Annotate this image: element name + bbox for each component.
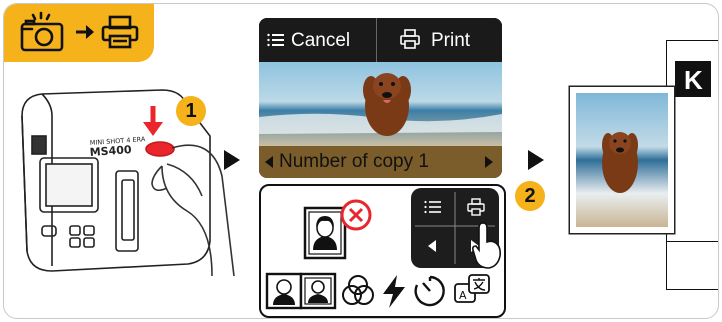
camera-icon — [20, 11, 64, 52]
print-button[interactable]: Print — [431, 30, 470, 52]
finger-tap-icon — [472, 222, 501, 269]
cancel-button[interactable]: Cancel — [291, 30, 350, 52]
printed-dog-photo — [576, 93, 668, 227]
camera-to-print-badge — [4, 4, 154, 62]
feature-icon-row: A — [263, 272, 501, 312]
printer-seam — [667, 241, 718, 242]
printed-photo — [570, 87, 674, 233]
brand-logo: K — [675, 61, 711, 97]
step-one-badge: 1 — [176, 96, 206, 126]
color-filter-icon — [342, 275, 374, 305]
menu-key-icon[interactable] — [424, 200, 442, 214]
camera-device-illustration: MINI SHOT 4 ERA MS400 — [21, 89, 235, 277]
top-bar-divider — [376, 18, 377, 62]
brand-logo-letter: K — [684, 65, 703, 95]
flow-arrow-2 — [528, 150, 544, 170]
printer-icon — [400, 29, 420, 49]
timer-icon — [414, 275, 445, 307]
translate-icon: A — [454, 274, 490, 303]
settings-panel: A — [259, 184, 506, 318]
step-two-badge: 2 — [515, 181, 545, 211]
instruction-frame: MINI SHOT 4 ERA MS400 1 Cancel Print Num… — [3, 3, 719, 319]
copy-count-label: Number of copy 1 — [279, 151, 429, 172]
decrease-copy-arrow-icon[interactable] — [265, 156, 273, 168]
printer-icon — [101, 15, 139, 49]
no-sign-icon — [340, 199, 372, 231]
screen-top-bar: Cancel Print — [259, 18, 502, 62]
dog-photo-preview — [259, 62, 502, 150]
print-screen: Cancel Print Number of copy 1 — [259, 18, 502, 178]
menu-icon — [267, 33, 284, 47]
arrow-right-icon — [76, 25, 94, 39]
copy-count-bar: Number of copy 1 — [259, 146, 502, 178]
increase-copy-arrow-icon[interactable] — [485, 156, 493, 168]
border-portrait-icon — [299, 272, 337, 310]
single-portrait-icon — [265, 272, 303, 310]
left-key-icon[interactable] — [428, 240, 436, 252]
flash-icon — [383, 275, 405, 308]
flow-arrow-1 — [224, 150, 240, 170]
print-key-icon[interactable] — [467, 198, 485, 216]
button-pad — [411, 188, 501, 269]
svg-text:A: A — [459, 289, 467, 302]
